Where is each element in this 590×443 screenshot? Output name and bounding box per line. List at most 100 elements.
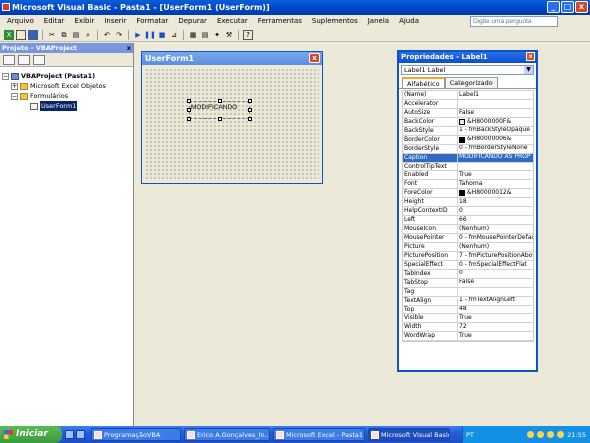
property-row[interactable]: SpecialEffect 0 - fmSpecialEffectFlat	[403, 260, 533, 270]
taskbar-item-erico[interactable]: Erico A.Gonçalves_In...	[184, 428, 270, 441]
property-row[interactable]: BackStyle 1 - fmBackStyleOpaque	[403, 126, 533, 136]
property-value[interactable]: 0 - fmBorderStyleNone	[458, 145, 533, 153]
object-browser-icon[interactable]: ✦	[212, 30, 222, 40]
menu-executar[interactable]: Executar	[212, 15, 253, 28]
property-value[interactable]: 1 - fmBackStyleOpaque	[458, 127, 533, 135]
property-value[interactable]: 48	[458, 306, 533, 314]
collapse-icon[interactable]: −	[2, 72, 9, 80]
property-row[interactable]: Width 72	[403, 323, 533, 333]
property-value[interactable]: Label1	[458, 91, 533, 99]
chevron-down-icon[interactable]: ▼	[524, 66, 533, 74]
title-bar[interactable]: Microsoft Visual Basic - Pasta1 - [UserF…	[0, 0, 590, 15]
copy-icon[interactable]: ⧉	[59, 30, 69, 40]
object-selector-dropdown[interactable]: Label1 Label ▼	[401, 65, 534, 75]
property-value[interactable]: 18	[458, 198, 533, 206]
property-value[interactable]: False	[458, 279, 533, 287]
property-row[interactable]: Enabled True	[403, 171, 533, 181]
userform-close-button[interactable]: x	[309, 53, 320, 63]
resize-handle[interactable]	[248, 99, 252, 103]
resize-handle[interactable]	[248, 117, 252, 121]
expand-icon[interactable]: +	[11, 82, 18, 90]
resize-handle[interactable]	[248, 108, 252, 112]
userform-designer[interactable]: UserForm1 x MODIFICANDO	[141, 51, 323, 184]
taskbar-item-programacaovba[interactable]: ProgramaçãoVBA	[91, 428, 181, 441]
property-value[interactable]: True	[458, 171, 533, 179]
property-row[interactable]: BorderStyle 0 - fmBorderStyleNone	[403, 144, 533, 154]
property-value[interactable]	[458, 100, 533, 108]
view-code-icon[interactable]	[3, 55, 15, 65]
start-button[interactable]: Iniciar	[0, 426, 62, 443]
toolbox-icon[interactable]: ⚒	[224, 30, 234, 40]
property-row[interactable]: MousePointer 0 - fmMousePointerDefau	[403, 234, 533, 243]
paste-icon[interactable]: ▤	[71, 30, 81, 40]
property-row[interactable]: BackColor &H8000000F&	[403, 117, 533, 127]
menu-exibir[interactable]: Exibir	[70, 15, 100, 28]
property-value[interactable]: 72	[458, 323, 533, 331]
tree-node-userform1[interactable]: UserForm1	[2, 101, 131, 111]
property-row[interactable]: Top 48	[403, 305, 533, 315]
property-value[interactable]: True	[458, 332, 533, 340]
property-value[interactable]: False	[458, 109, 533, 117]
design-mode-icon[interactable]: ⊿	[169, 30, 179, 40]
properties-window-icon[interactable]: ▤	[200, 30, 210, 40]
resize-handle[interactable]	[187, 99, 191, 103]
property-row[interactable]: MouseIcon (Nenhum)	[403, 225, 533, 234]
tab-categorizado[interactable]: Categorizado	[444, 77, 498, 88]
collapse-icon[interactable]: −	[11, 92, 18, 100]
property-value[interactable]: &H8000000F&	[458, 118, 533, 126]
break-icon[interactable]: ❚❚	[144, 30, 156, 40]
property-value[interactable]: 0 - fmMousePointerDefau	[458, 234, 533, 242]
property-value[interactable]: &H80000006&	[458, 136, 533, 144]
project-panel-close-button[interactable]: x	[127, 43, 131, 53]
close-button[interactable]: x	[575, 1, 588, 13]
language-indicator[interactable]: PT	[463, 431, 474, 439]
redo-icon[interactable]: ↷	[114, 30, 124, 40]
tray-icon[interactable]	[557, 431, 565, 438]
menu-inserir[interactable]: Inserir	[99, 15, 131, 28]
save-icon[interactable]	[28, 29, 38, 40]
property-value[interactable]: 0	[458, 207, 533, 215]
property-value[interactable]: 7 - fmPicturePositionAbov	[458, 252, 533, 260]
property-row[interactable]: Height 18	[403, 198, 533, 208]
menu-depurar[interactable]: Depurar	[173, 15, 212, 28]
tree-node-excel-objects[interactable]: + Microsoft Excel Objetos	[2, 81, 131, 91]
tab-alfabetico[interactable]: Alfabético	[402, 77, 445, 88]
property-row[interactable]: PicturePosition 7 - fmPicturePositionAbov	[403, 251, 533, 261]
toggle-folders-icon[interactable]	[33, 55, 45, 65]
property-value[interactable]: 66	[458, 216, 533, 224]
property-row[interactable]: Accelerator	[403, 99, 533, 109]
property-row[interactable]: ControlTipText	[403, 162, 533, 172]
resize-handle[interactable]	[187, 108, 191, 112]
menu-editar[interactable]: Editar	[39, 15, 70, 28]
property-row[interactable]: Visible True	[403, 314, 533, 324]
menu-formatar[interactable]: Formatar	[131, 15, 173, 28]
maximize-button[interactable]: □	[561, 1, 574, 13]
find-icon[interactable]: ⌕	[83, 30, 93, 40]
help-question-input[interactable]	[470, 16, 558, 27]
property-value[interactable]: Tahoma	[458, 180, 533, 188]
userform-grid-canvas[interactable]: MODIFICANDO	[145, 68, 319, 180]
insert-userform-icon[interactable]	[16, 29, 26, 40]
property-row[interactable]: TabIndex 0	[403, 269, 533, 279]
property-row[interactable]: Caption MODIFICANDO AS PROP	[403, 153, 533, 163]
resize-handle[interactable]	[187, 117, 191, 121]
menu-suplementos[interactable]: Suplementos	[307, 15, 363, 28]
property-value[interactable]	[458, 288, 533, 296]
property-row[interactable]: TabStop False	[403, 278, 533, 288]
reset-icon[interactable]: ■	[157, 30, 167, 40]
tray-icon[interactable]	[547, 431, 555, 438]
excel-view-icon[interactable]: X	[4, 29, 14, 40]
tree-node-forms[interactable]: − Formulários	[2, 91, 131, 101]
property-row[interactable]: (Name) Label1	[403, 91, 533, 100]
property-row[interactable]: HelpContextID 0	[403, 207, 533, 217]
resize-handle[interactable]	[218, 117, 222, 121]
help-icon[interactable]: ?	[243, 29, 253, 40]
property-value[interactable]: MODIFICANDO AS PROP	[458, 153, 533, 162]
property-row[interactable]: WordWrap True	[403, 332, 533, 342]
property-row[interactable]: Left 66	[403, 216, 533, 226]
property-row[interactable]: TextAlign 1 - fmTextAlignLeft	[403, 296, 533, 306]
property-row[interactable]: ForeColor &H80000012&	[403, 189, 533, 199]
property-value[interactable]: &H80000012&	[458, 189, 533, 197]
taskbar-item-excel[interactable]: Microsoft Excel - Pasta1	[273, 428, 365, 441]
property-row[interactable]: Font Tahoma	[403, 180, 533, 190]
